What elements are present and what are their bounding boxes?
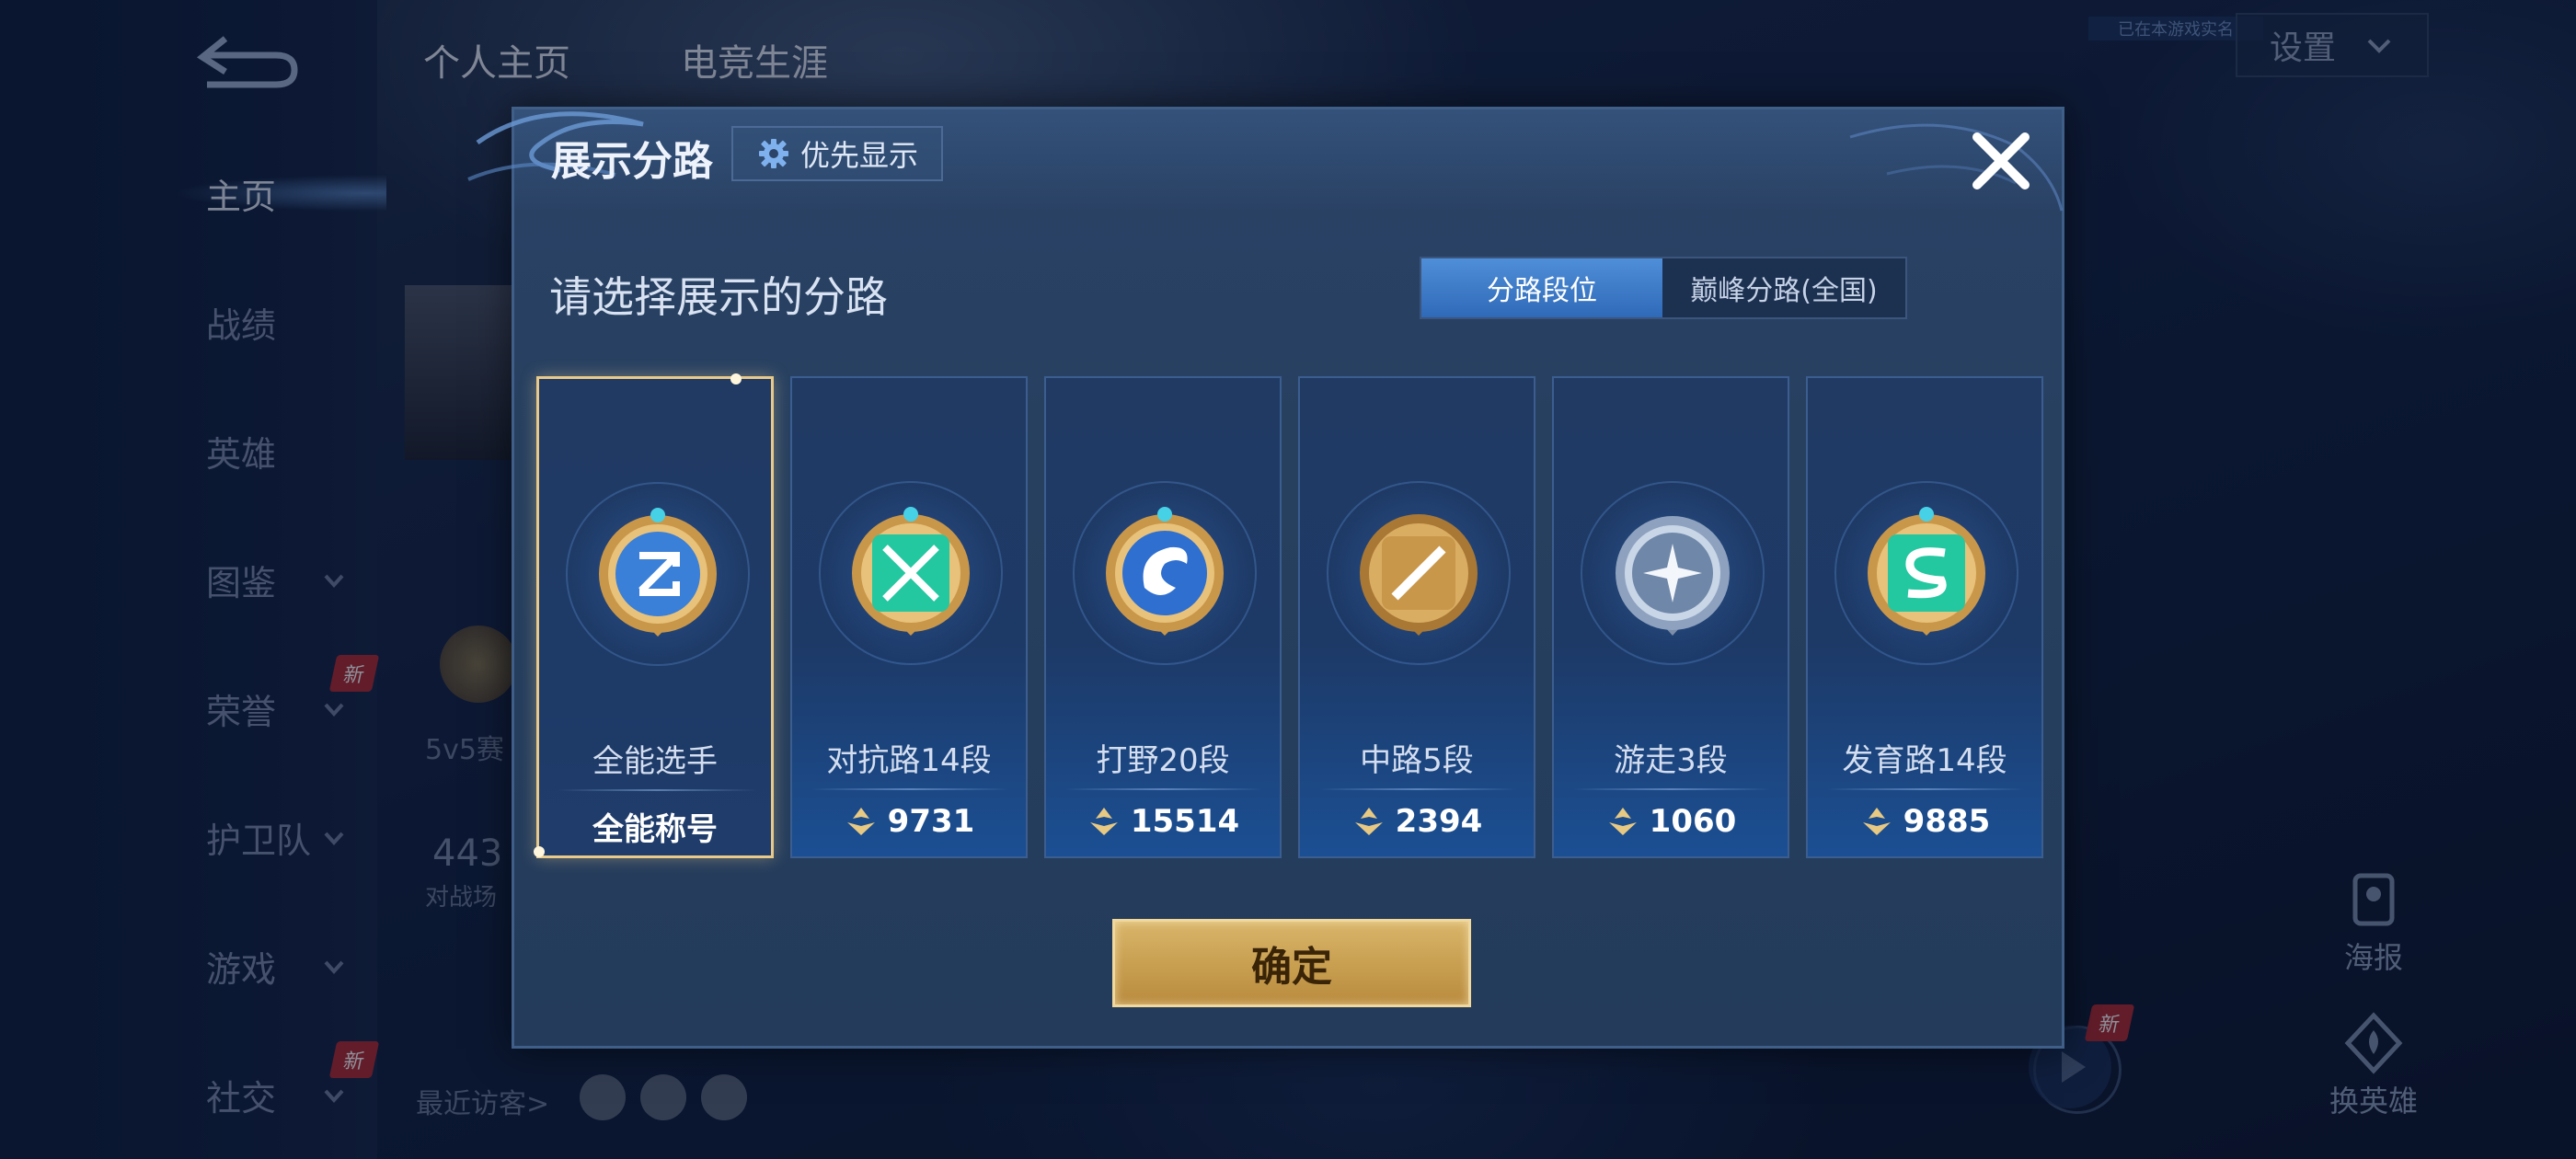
lane-points: 2394 bbox=[1395, 803, 1483, 840]
lane-value: 15514 bbox=[1046, 803, 1280, 840]
dialog-title: 展示分路 bbox=[551, 138, 713, 185]
selection-corner bbox=[534, 846, 545, 857]
card-divider bbox=[1064, 788, 1263, 790]
card-divider bbox=[558, 789, 756, 791]
jungle-emblem-icon bbox=[1106, 507, 1224, 636]
lane-value: 全能称号 bbox=[539, 804, 771, 849]
lane-card-clash[interactable]: 对抗路14段 9731 bbox=[790, 376, 1028, 858]
lane-name: 打野20段 bbox=[1096, 742, 1230, 779]
card-divider bbox=[1826, 788, 2025, 790]
priority-display-label: 优先显示 bbox=[799, 138, 918, 173]
lane-value: 2394 bbox=[1300, 803, 1534, 840]
dialog-subtitle: 请选择展示的分路 bbox=[549, 272, 888, 322]
lane-name: 游走3段 bbox=[1614, 742, 1728, 779]
lane-points: 9731 bbox=[887, 803, 975, 840]
lane-card-jungle[interactable]: 打野20段 15514 bbox=[1044, 376, 1282, 858]
lane-value: 9731 bbox=[792, 803, 1026, 840]
allround-emblem-icon bbox=[599, 508, 717, 637]
lane-value: 1060 bbox=[1554, 803, 1788, 840]
card-divider bbox=[1318, 788, 1517, 790]
card-divider bbox=[1572, 788, 1771, 790]
lane-display-dialog: 展示分路 优先显示 请选择展示的分路 分路段位 巅峰分路(全国) 全能选手 全能… bbox=[467, 107, 2064, 1049]
clash-lane-emblem-icon bbox=[852, 507, 970, 636]
lane-card-roam[interactable]: 游走3段 1060 bbox=[1552, 376, 1789, 858]
lane-card-mid[interactable]: 中路5段 2394 bbox=[1298, 376, 1535, 858]
lane-name: 发育路14段 bbox=[1842, 742, 2007, 779]
points-icon bbox=[1862, 808, 1891, 835]
lane-card-allround[interactable]: 全能选手 全能称号 bbox=[534, 373, 774, 858]
farm-lane-emblem-icon bbox=[1868, 507, 1985, 636]
toggle-peak-lane[interactable]: 巅峰分路(全国) bbox=[1662, 258, 1905, 317]
mid-lane-emblem-icon bbox=[1360, 514, 1478, 636]
lane-name: 全能选手 bbox=[592, 743, 718, 780]
points-icon bbox=[1608, 808, 1637, 835]
points-icon bbox=[846, 808, 875, 835]
points-icon bbox=[1354, 808, 1383, 835]
allround-title: 全能称号 bbox=[592, 811, 718, 848]
card-divider bbox=[811, 788, 1009, 790]
selection-corner bbox=[730, 373, 742, 384]
close-icon[interactable] bbox=[1966, 126, 2036, 196]
lane-name: 对抗路14段 bbox=[826, 742, 992, 779]
toggle-lane-rank[interactable]: 分路段位 bbox=[1421, 258, 1662, 317]
view-toggle: 分路段位 巅峰分路(全国) bbox=[1420, 257, 1907, 319]
roam-emblem-icon bbox=[1616, 516, 1730, 636]
lane-value: 9885 bbox=[1808, 803, 2041, 840]
lane-points: 9885 bbox=[1903, 803, 1991, 840]
confirm-button[interactable]: 确定 bbox=[1112, 919, 1471, 1007]
lane-card-farm[interactable]: 发育路14段 9885 bbox=[1806, 376, 2043, 858]
confirm-label: 确定 bbox=[1251, 944, 1332, 991]
points-icon bbox=[1089, 808, 1118, 835]
lane-points: 1060 bbox=[1649, 803, 1737, 840]
priority-display-button[interactable]: 优先显示 bbox=[731, 126, 943, 181]
lane-name: 中路5段 bbox=[1360, 742, 1474, 779]
lane-points: 15514 bbox=[1130, 803, 1240, 840]
gear-icon bbox=[758, 139, 788, 168]
